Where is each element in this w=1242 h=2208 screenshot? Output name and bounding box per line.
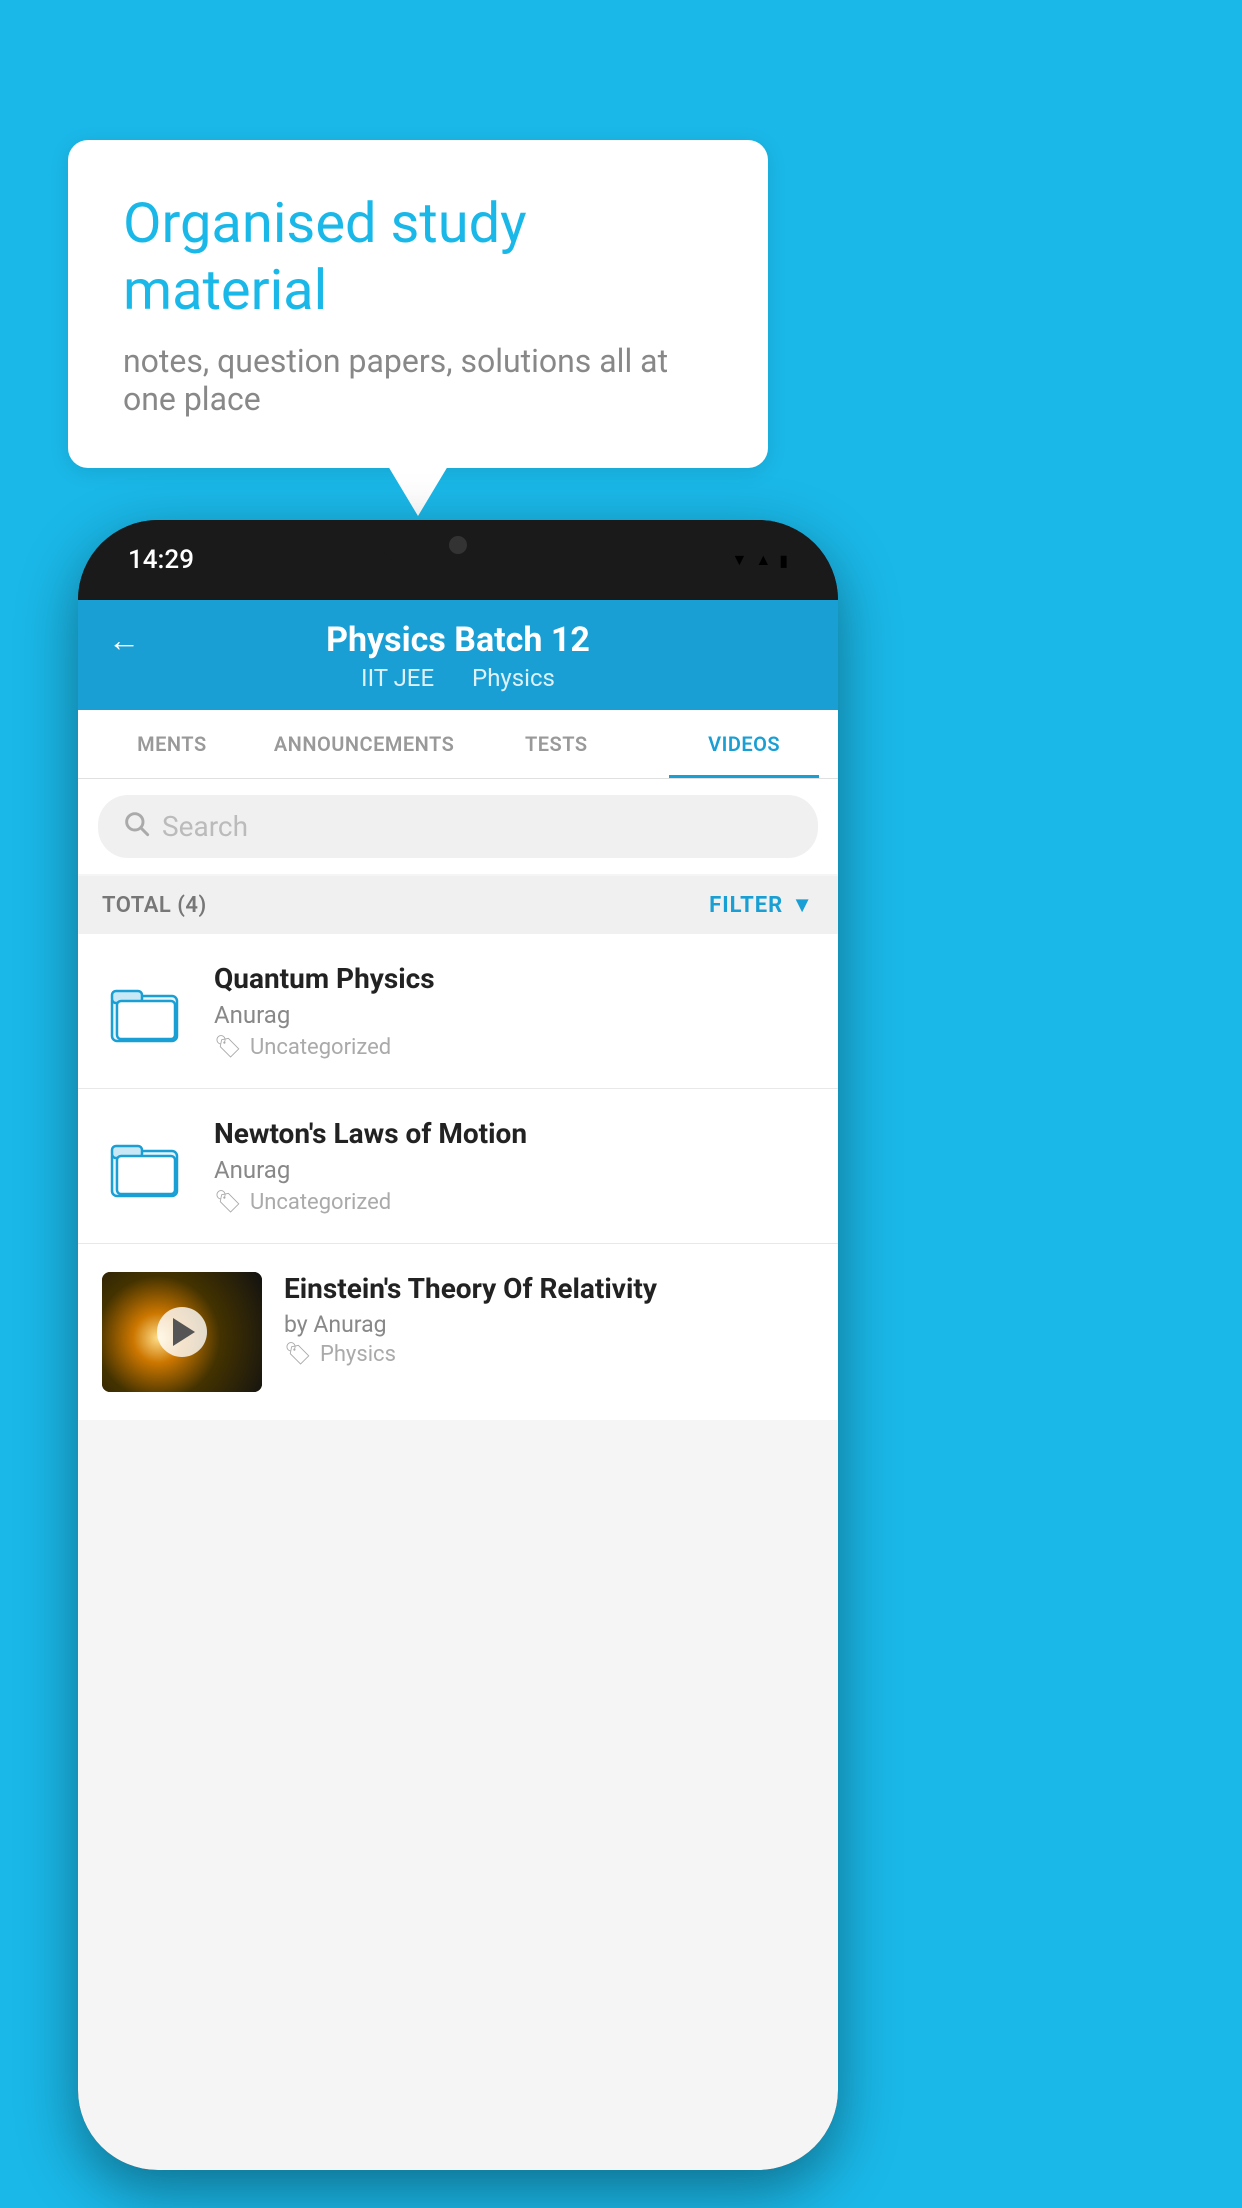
tab-tests[interactable]: TESTS — [462, 710, 650, 778]
video-thumbnail — [102, 966, 192, 1056]
wifi-icon: ▼ — [732, 550, 748, 570]
signal-icon: ▲ — [755, 550, 771, 570]
tag-icon: 🏷 — [284, 1342, 312, 1367]
video-author: Anurag — [214, 1156, 814, 1184]
search-input[interactable]: Search — [162, 810, 248, 843]
video-list: Quantum Physics Anurag 🏷 Uncategorized — [78, 934, 838, 1420]
video-tag: 🏷 Uncategorized — [214, 1190, 814, 1215]
video-title: Einstein's Theory Of Relativity — [284, 1272, 814, 1305]
video-tag: 🏷 Physics — [284, 1342, 814, 1367]
header-top: ← Physics Batch 12 — [108, 620, 808, 660]
video-thumbnail-image — [102, 1272, 262, 1392]
bubble-subtitle: notes, question papers, solutions all at… — [123, 342, 713, 418]
phone-frame: 14:29 ▼ ▲ ▮ ← Physics Batch 12 IIT JEE P… — [78, 520, 838, 2170]
search-bar[interactable]: Search — [98, 795, 818, 858]
notch — [378, 520, 538, 570]
list-item[interactable]: Newton's Laws of Motion Anurag 🏷 Uncateg… — [78, 1089, 838, 1244]
video-tag: 🏷 Uncategorized — [214, 1035, 814, 1060]
status-icons: ▼ ▲ ▮ — [732, 550, 789, 570]
video-title: Newton's Laws of Motion — [214, 1117, 814, 1150]
tab-announcements[interactable]: ANNOUNCEMENTS — [266, 710, 463, 778]
play-button[interactable] — [157, 1307, 207, 1357]
filter-bar: TOTAL (4) FILTER ▼ — [78, 876, 838, 934]
back-button[interactable]: ← — [108, 621, 140, 659]
tab-ments[interactable]: MENTS — [78, 710, 266, 778]
play-icon — [173, 1318, 195, 1346]
video-thumbnail — [102, 1121, 192, 1211]
video-author: Anurag — [214, 1001, 814, 1029]
video-info: Quantum Physics Anurag 🏷 Uncategorized — [214, 962, 814, 1060]
batch-subject: Physics — [472, 664, 555, 692]
search-container: Search — [78, 779, 838, 874]
filter-label: FILTER — [709, 893, 783, 918]
page-title: Physics Batch 12 — [326, 620, 590, 660]
battery-icon: ▮ — [779, 551, 788, 570]
filter-icon: ▼ — [791, 892, 814, 918]
speech-bubble: Organised study material notes, question… — [68, 140, 768, 468]
batch-category: IIT JEE — [361, 664, 434, 692]
search-icon — [122, 809, 150, 844]
phone-screen: ← Physics Batch 12 IIT JEE Physics MENTS… — [78, 600, 838, 2170]
clock: 14:29 — [128, 545, 194, 575]
tag-icon: 🏷 — [214, 1190, 242, 1215]
tab-videos[interactable]: VIDEOS — [650, 710, 838, 778]
video-author: by Anurag — [284, 1311, 814, 1338]
tab-bar: MENTS ANNOUNCEMENTS TESTS VIDEOS — [78, 710, 838, 779]
video-title: Quantum Physics — [214, 962, 814, 995]
video-info: Newton's Laws of Motion Anurag 🏷 Uncateg… — [214, 1117, 814, 1215]
header-subtitle: IIT JEE Physics — [108, 664, 808, 692]
camera — [449, 536, 467, 554]
list-item[interactable]: Quantum Physics Anurag 🏷 Uncategorized — [78, 934, 838, 1089]
tag-icon: 🏷 — [214, 1035, 242, 1060]
total-count: TOTAL (4) — [102, 893, 207, 918]
list-item[interactable]: Einstein's Theory Of Relativity by Anura… — [78, 1244, 838, 1420]
app-header: ← Physics Batch 12 IIT JEE Physics — [78, 600, 838, 710]
status-bar: 14:29 ▼ ▲ ▮ — [78, 520, 838, 600]
bubble-title: Organised study material — [123, 190, 713, 324]
video-info: Einstein's Theory Of Relativity by Anura… — [284, 1272, 814, 1367]
filter-button[interactable]: FILTER ▼ — [709, 892, 814, 918]
